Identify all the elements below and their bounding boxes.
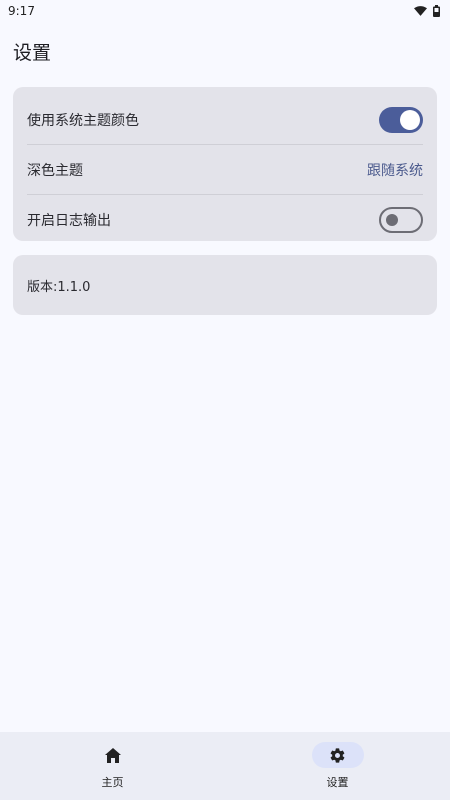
status-time: 9:17 bbox=[8, 4, 35, 18]
gear-icon bbox=[330, 747, 345, 763]
battery-icon bbox=[433, 5, 440, 17]
nav-icon-container bbox=[87, 742, 139, 768]
page-title: 设置 bbox=[13, 42, 52, 64]
nav-item-home[interactable]: 主页 bbox=[0, 732, 225, 800]
log-output-toggle[interactable] bbox=[379, 206, 423, 233]
status-icons bbox=[414, 5, 440, 17]
nav-label: 主页 bbox=[101, 776, 124, 789]
dark-theme-value[interactable]: 跟随系统 bbox=[367, 160, 423, 180]
home-icon bbox=[104, 747, 121, 763]
bottom-navigation: 主页 设置 bbox=[0, 732, 450, 800]
toggle-knob bbox=[386, 213, 398, 226]
settings-card: 使用系统主题颜色 深色主题 跟随系统 开启日志输出 bbox=[13, 87, 437, 241]
nav-item-settings[interactable]: 设置 bbox=[225, 732, 450, 800]
setting-label: 开启日志输出 bbox=[27, 212, 111, 229]
version-text: 版本:1.1.0 bbox=[27, 279, 91, 295]
nav-icon-container bbox=[311, 742, 364, 768]
version-card: 版本:1.1.0 bbox=[13, 255, 437, 315]
setting-row-dark-theme[interactable]: 深色主题 跟随系统 bbox=[27, 145, 423, 194]
setting-row-system-theme-color[interactable]: 使用系统主题颜色 bbox=[27, 95, 423, 144]
setting-label: 深色主题 bbox=[27, 162, 83, 179]
wifi-icon bbox=[414, 6, 427, 16]
setting-row-log-output[interactable]: 开启日志输出 bbox=[27, 195, 423, 244]
setting-label: 使用系统主题颜色 bbox=[27, 112, 139, 129]
status-bar: 9:17 bbox=[0, 0, 450, 22]
nav-label: 设置 bbox=[326, 776, 349, 789]
system-theme-color-toggle[interactable] bbox=[379, 106, 423, 133]
toggle-knob bbox=[400, 109, 420, 130]
